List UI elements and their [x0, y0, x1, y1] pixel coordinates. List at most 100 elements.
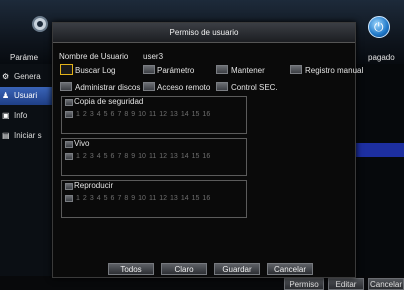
channel-15[interactable]: 15 — [192, 153, 200, 160]
channel-16[interactable]: 16 — [202, 111, 210, 118]
registro-manual-checkbox[interactable] — [290, 65, 302, 74]
channel-6[interactable]: 6 — [111, 111, 115, 118]
control-sec-checkbox[interactable] — [216, 82, 228, 91]
power-icon[interactable] — [368, 16, 390, 38]
channel-16[interactable]: 16 — [202, 195, 210, 202]
channel-row: 1 2 3 4 5 6 7 8 9 10 11 12 13 14 15 16 — [65, 151, 213, 161]
sidebar-item-label: Info — [14, 111, 28, 120]
channel-14[interactable]: 14 — [181, 195, 189, 202]
guardar-button[interactable]: Guardar — [214, 263, 260, 275]
channel-5[interactable]: 5 — [104, 153, 108, 160]
buscar-log-label: Buscar Log — [75, 66, 116, 75]
acceso-remoto-checkbox[interactable] — [143, 82, 155, 91]
group-title: Vivo — [74, 139, 90, 148]
channel-11[interactable]: 11 — [149, 195, 156, 202]
channel-11[interactable]: 11 — [149, 153, 156, 160]
channel-14[interactable]: 14 — [181, 111, 189, 118]
channel-3[interactable]: 3 — [90, 111, 94, 118]
group-title: Copia de seguridad — [74, 97, 144, 106]
channel-3[interactable]: 3 — [90, 153, 94, 160]
channel-3[interactable]: 3 — [90, 195, 94, 202]
sidebar-item-general[interactable]: ⚙ Genera — [0, 68, 52, 86]
reproducir-checkbox[interactable] — [65, 183, 73, 190]
list-item-selected[interactable] — [356, 143, 404, 157]
channel-2[interactable]: 2 — [83, 153, 87, 160]
channel-9[interactable]: 9 — [131, 195, 135, 202]
channel-13[interactable]: 13 — [170, 153, 178, 160]
claro-button[interactable]: Claro — [161, 263, 207, 275]
channel-14[interactable]: 14 — [181, 153, 189, 160]
channel-9[interactable]: 9 — [131, 153, 135, 160]
group-title: Reproducir — [74, 181, 114, 190]
channel-6[interactable]: 6 — [111, 195, 115, 202]
channel-4[interactable]: 4 — [97, 153, 101, 160]
administrar-discos-checkbox[interactable] — [60, 82, 72, 91]
list-item[interactable] — [356, 198, 404, 212]
channel-13[interactable]: 13 — [170, 195, 178, 202]
channel-7[interactable]: 7 — [117, 195, 121, 202]
gear-icon: ⚙ — [2, 72, 10, 81]
channel-13[interactable]: 13 — [170, 111, 178, 118]
channel-11[interactable]: 11 — [149, 111, 156, 118]
sidebar-item-label: Iniciar s — [14, 131, 42, 140]
sidebar-item-label: Genera — [14, 72, 41, 81]
editar-button[interactable]: Editar — [328, 278, 364, 290]
channel-1[interactable]: 1 — [76, 153, 80, 160]
channel-checkbox[interactable] — [65, 194, 73, 202]
parametro-checkbox[interactable] — [143, 65, 155, 74]
channel-2[interactable]: 2 — [83, 111, 87, 118]
channel-12[interactable]: 12 — [159, 111, 167, 118]
sidebar-item-info[interactable]: ▣ Info — [0, 107, 52, 125]
mantener-label: Mantener — [231, 66, 265, 75]
channel-row: 1 2 3 4 5 6 7 8 9 10 11 12 13 14 15 16 — [65, 193, 213, 203]
channel-16[interactable]: 16 — [202, 153, 210, 160]
info-icon: ▣ — [2, 111, 10, 120]
channel-9[interactable]: 9 — [131, 111, 135, 118]
channel-checkbox[interactable] — [65, 110, 73, 118]
channel-10[interactable]: 10 — [138, 195, 146, 202]
list-item[interactable] — [356, 108, 404, 122]
channel-7[interactable]: 7 — [117, 153, 121, 160]
channel-12[interactable]: 12 — [159, 153, 167, 160]
cancelar-button[interactable]: Cancelar — [267, 263, 313, 275]
administrar-discos-label: Administrar discos — [75, 83, 141, 92]
group-reproducir: Reproducir 1 2 3 4 5 6 7 8 9 10 11 12 13… — [61, 180, 247, 218]
channel-2[interactable]: 2 — [83, 195, 87, 202]
channel-1[interactable]: 1 — [76, 111, 80, 118]
channel-7[interactable]: 7 — [117, 111, 121, 118]
channel-10[interactable]: 10 — [138, 111, 146, 118]
todos-button[interactable]: Todos — [108, 263, 154, 275]
channel-10[interactable]: 10 — [138, 153, 146, 160]
buscar-log-checkbox[interactable] — [60, 64, 73, 75]
list-item[interactable] — [356, 180, 404, 194]
channel-5[interactable]: 5 — [104, 195, 108, 202]
mantener-checkbox[interactable] — [216, 65, 228, 74]
user-name-label: Nombre de Usuario — [59, 52, 129, 61]
sidebar-item-iniciar[interactable]: ▤ Iniciar s — [0, 127, 52, 145]
channel-8[interactable]: 8 — [124, 111, 128, 118]
channel-checkbox[interactable] — [65, 152, 73, 160]
acceso-remoto-label: Acceso remoto — [157, 83, 211, 92]
sidebar-item-usuario[interactable]: ♟ Usuari — [0, 87, 52, 105]
permiso-button[interactable]: Permiso — [284, 278, 324, 290]
vivo-checkbox[interactable] — [65, 141, 73, 148]
cancelar-bg-button[interactable]: Cancelar — [368, 278, 404, 290]
channel-4[interactable]: 4 — [97, 195, 101, 202]
sidebar-item-label: Usuari — [14, 91, 38, 100]
channel-8[interactable]: 8 — [124, 153, 128, 160]
control-sec-label: Control SEC. — [231, 83, 278, 92]
list-item[interactable] — [356, 161, 404, 175]
list-item[interactable] — [356, 126, 404, 140]
user-list-panel — [356, 64, 404, 290]
dialog-title: Permiso de usuario — [53, 23, 355, 43]
channel-6[interactable]: 6 — [111, 153, 115, 160]
copia-de-seguridad-checkbox[interactable] — [65, 99, 73, 106]
channel-15[interactable]: 15 — [192, 111, 200, 118]
user-permission-dialog: Permiso de usuario Nombre de Usuario use… — [52, 22, 363, 278]
channel-12[interactable]: 12 — [159, 195, 167, 202]
channel-4[interactable]: 4 — [97, 111, 101, 118]
channel-15[interactable]: 15 — [192, 195, 200, 202]
channel-8[interactable]: 8 — [124, 195, 128, 202]
channel-1[interactable]: 1 — [76, 195, 80, 202]
channel-5[interactable]: 5 — [104, 111, 108, 118]
